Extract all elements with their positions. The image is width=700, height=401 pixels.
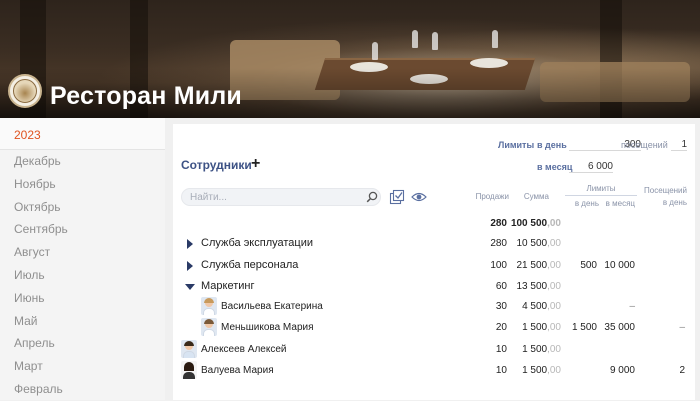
row-limit-per-month: 35 000	[604, 322, 635, 333]
row-sum: 21 500,00	[516, 260, 562, 271]
row-sum: 1 500,00	[522, 322, 561, 333]
limits-header-divider	[565, 195, 637, 196]
department-name: Маркетинг	[201, 280, 255, 292]
employee-name: Васильева Екатерина	[221, 301, 323, 312]
avatar	[181, 340, 197, 358]
row-sum: 10 500,00	[516, 238, 562, 249]
restaurant-logo	[8, 74, 42, 108]
avatar	[201, 297, 217, 315]
header-banner: Ресторан Мили	[0, 0, 700, 118]
avatar	[201, 318, 217, 336]
logo-emblem-icon	[13, 79, 37, 103]
table-row[interactable]: Маркетинг 60 13 500,00	[173, 277, 695, 297]
row-sales: 10	[495, 365, 507, 376]
row-sum: 1 500,00	[522, 344, 561, 355]
total-sales: 280	[490, 218, 507, 229]
row-sum: 4 500,00	[522, 301, 561, 312]
sidebar-item-march[interactable]: Март	[0, 355, 165, 378]
table-row[interactable]: Васильева Екатерина 30 4 500,00 –	[173, 297, 695, 317]
row-sales: 280	[490, 238, 507, 249]
table-row[interactable]: Служба персонала 100 21 500,00 500 10 00…	[173, 256, 695, 276]
totals-row: 280 100 500,00	[173, 214, 695, 234]
collapse-arrow-icon[interactable]	[185, 284, 195, 290]
limits-per-day-label: в день	[537, 140, 567, 150]
sidebar-item-september[interactable]: Сентябрь	[0, 218, 165, 241]
banner-glass	[412, 30, 418, 48]
sidebar-item-april[interactable]: Апрель	[0, 332, 165, 355]
column-sum: Сумма	[523, 192, 549, 201]
column-limit-per-day: в день	[574, 199, 599, 208]
table-row[interactable]: Валуева Мария 10 1 500,00 9 000 2	[173, 361, 695, 381]
row-sales: 30	[495, 301, 507, 312]
page-title: Ресторан Мили	[50, 82, 242, 110]
employees-title: Сотрудники	[181, 158, 252, 172]
sidebar-item-october[interactable]: Октябрь	[0, 196, 165, 219]
search-placeholder: Найти...	[190, 192, 227, 203]
row-limit-per-month: –	[629, 301, 635, 312]
row-limit-per-month: 9 000	[609, 365, 635, 376]
sidebar: 2023 Декабрь Ноябрь Октябрь Сентябрь Авг…	[0, 118, 165, 400]
add-employee-plus-icon[interactable]: +	[251, 156, 263, 172]
sidebar-item-june[interactable]: Июнь	[0, 287, 165, 310]
expand-arrow-icon[interactable]	[187, 239, 193, 249]
sidebar-item-may[interactable]: Май	[0, 310, 165, 333]
limit-visits-field[interactable]: 1	[671, 139, 687, 151]
row-sales: 100	[490, 260, 507, 271]
column-sales: Продажи	[475, 192, 509, 201]
sidebar-item-july[interactable]: Июль	[0, 264, 165, 287]
avatar	[181, 361, 197, 379]
row-sales: 20	[495, 322, 507, 333]
department-name: Служба эксплуатации	[201, 237, 313, 249]
sidebar-item-february[interactable]: Февраль	[0, 378, 165, 401]
banner-glass	[492, 30, 498, 48]
table-row[interactable]: Алексеев Алексей 10 1 500,00	[173, 340, 695, 360]
search-input[interactable]: Найти...	[181, 188, 381, 206]
sidebar-item-august[interactable]: Август	[0, 241, 165, 264]
select-checkbox-icon[interactable]	[389, 189, 405, 205]
sidebar-item-2023[interactable]: 2023	[0, 118, 165, 150]
row-limit-per-month: 10 000	[604, 260, 635, 271]
banner-glass	[432, 32, 438, 50]
sidebar-item-december[interactable]: Декабрь	[0, 150, 165, 173]
row-sum: 1 500,00	[522, 365, 561, 376]
employee-name: Валуева Мария	[201, 365, 274, 376]
expand-arrow-icon[interactable]	[187, 261, 193, 271]
row-limit-per-day: 1 500	[571, 322, 597, 333]
limit-per-month-field[interactable]: 6 000	[569, 161, 613, 173]
table-row[interactable]: Меньшикова Мария 20 1 500,00 1 500 35 00…	[173, 318, 695, 338]
limits-label: Лимиты	[498, 140, 535, 150]
eye-icon[interactable]	[411, 191, 427, 203]
banner-glass	[372, 42, 378, 60]
row-sales: 10	[495, 344, 507, 355]
column-visits-per-day: Посещений в день	[644, 186, 687, 207]
row-limit-per-day: 500	[580, 260, 597, 271]
total-sum: 100 500,00	[510, 218, 561, 229]
column-limit-per-month: в месяц	[605, 199, 635, 208]
row-visits: –	[679, 322, 685, 333]
limits-visits-label: посещений	[621, 140, 668, 150]
employee-name: Алексеев Алексей	[201, 344, 287, 355]
search-icon[interactable]	[366, 191, 378, 203]
limits-per-month-label: в месяц	[537, 162, 573, 172]
department-name: Служба персонала	[201, 259, 299, 271]
main-panel: Лимиты в день 300 посещений 1 в месяц 6 …	[173, 124, 695, 400]
table-row[interactable]: Служба эксплуатации 280 10 500,00	[173, 234, 695, 254]
row-sales: 60	[495, 281, 507, 292]
banner-plate	[470, 58, 508, 68]
row-visits: 2	[679, 365, 685, 376]
column-limits: Лимиты	[586, 184, 616, 193]
row-sum: 13 500,00	[516, 281, 562, 292]
sidebar-item-november[interactable]: Ноябрь	[0, 173, 165, 196]
employee-name: Меньшикова Мария	[221, 322, 314, 333]
